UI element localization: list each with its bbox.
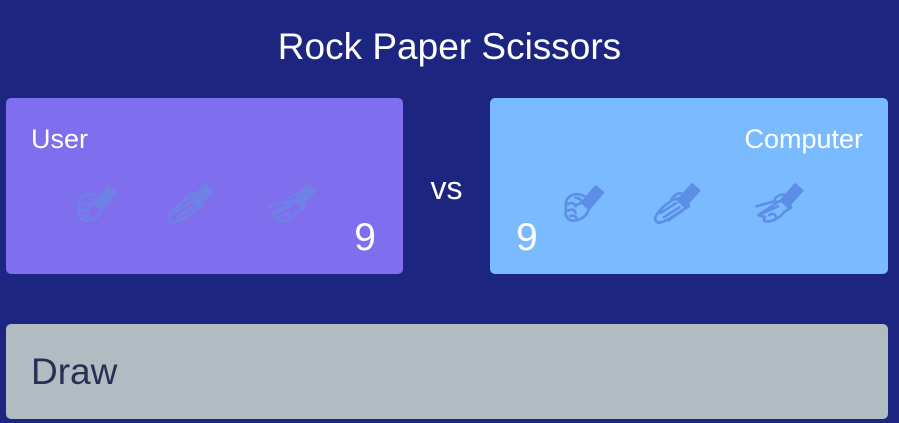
computer-panel: Computer 9 (490, 98, 888, 274)
paper-hand-icon (650, 176, 702, 228)
page-title: Rock Paper Scissors (277, 26, 622, 67)
paper-hand-icon[interactable] (163, 176, 215, 228)
scissors-hand-icon (752, 176, 804, 228)
computer-label: Computer (744, 124, 863, 154)
computer-score: 9 (516, 216, 538, 259)
scissors-hand-icon[interactable] (265, 176, 317, 228)
vs-label: vs (430, 170, 463, 206)
result-banner: Draw (6, 324, 888, 419)
user-label: User (31, 124, 89, 154)
user-score: 9 (354, 216, 376, 259)
rock-hand-icon (555, 176, 607, 228)
result-text: Draw (31, 351, 118, 392)
user-panel: User 9 (6, 98, 403, 274)
rock-hand-icon[interactable] (68, 176, 120, 228)
